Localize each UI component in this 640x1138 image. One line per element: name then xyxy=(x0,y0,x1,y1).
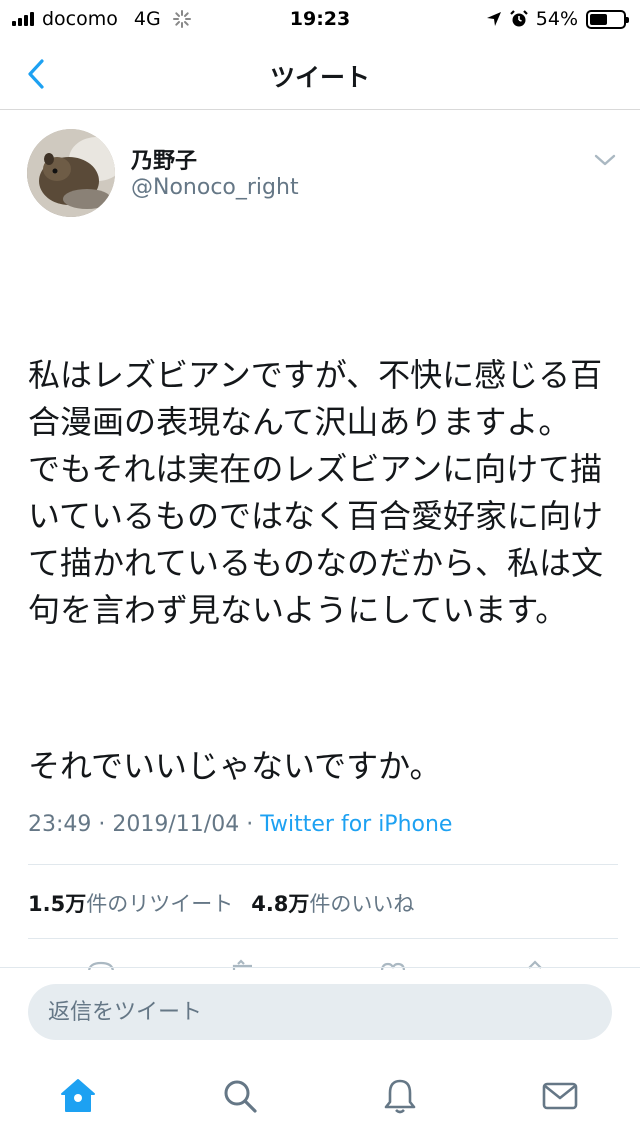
tab-messages[interactable] xyxy=(538,1074,582,1118)
avatar-image xyxy=(27,129,115,217)
home-icon xyxy=(61,1079,95,1112)
retweet-label: 件のリツイート xyxy=(86,892,234,916)
divider-2 xyxy=(28,938,618,939)
page-title: ツイート xyxy=(269,63,370,92)
tab-home[interactable] xyxy=(56,1074,100,1118)
tab-search[interactable] xyxy=(218,1074,262,1118)
author-handle[interactable]: @Nonoco_right xyxy=(131,175,299,200)
reply-bar-divider xyxy=(0,967,640,968)
status-right: 54% xyxy=(486,8,629,30)
reply-input[interactable] xyxy=(28,984,612,1040)
meta-separator-2: · xyxy=(246,812,254,837)
tweet-paragraph-2: それでいいじゃないですか。 xyxy=(28,747,442,785)
bell-icon xyxy=(384,1079,416,1114)
like-label: 件のいいね xyxy=(309,892,415,916)
mail-icon xyxy=(542,1082,578,1110)
tweet-time: 23:49 xyxy=(28,812,92,837)
battery-percent: 54% xyxy=(535,8,578,30)
tweet-stats: 1.5万件のリツイート 4.8万件のいいね xyxy=(28,888,414,918)
tab-notifications[interactable] xyxy=(378,1074,422,1118)
tab-bar xyxy=(0,1060,640,1138)
tweet-paragraph-1: 私はレズビアンですが、不快に感じる百合漫画の表現なんて沢山ありますよ。 でもそれ… xyxy=(28,356,604,629)
meta-separator: · xyxy=(98,812,106,837)
tweet-source-link[interactable]: Twitter for iPhone xyxy=(260,812,452,837)
divider xyxy=(28,864,618,865)
battery-fill xyxy=(590,13,608,25)
tweet-date: 2019/11/04 xyxy=(112,812,240,837)
reply-icon[interactable] xyxy=(86,958,116,970)
retweet-count: 1.5万 xyxy=(28,892,87,916)
search-icon xyxy=(224,1080,257,1113)
tweet-text: 私はレズビアンですが、不快に感じる百合漫画の表現なんて沢山ありますよ。 でもそれ… xyxy=(28,258,618,884)
more-options-button[interactable] xyxy=(590,150,620,174)
chevron-down-icon xyxy=(594,154,616,166)
battery-icon xyxy=(586,9,629,29)
retweet-count-link[interactable]: 1.5万件のリツイート xyxy=(28,888,233,918)
tweet-meta: 23:49 · 2019/11/04 · Twitter for iPhone xyxy=(28,812,452,837)
nav-bar: ツイート xyxy=(0,38,640,110)
like-count-link[interactable]: 4.8万件のいいね xyxy=(251,888,414,918)
like-count: 4.8万 xyxy=(251,892,310,916)
alarm-clock-icon xyxy=(509,10,528,27)
share-icon[interactable] xyxy=(522,958,548,970)
status-bar: docomo 4G 19:23 54% xyxy=(0,0,640,38)
tweet-detail-screen: docomo 4G 19:23 54% ツイート 乃野子 @Nonoco_rig… xyxy=(0,0,640,1138)
tweet-actions xyxy=(0,958,640,970)
like-icon[interactable] xyxy=(378,958,408,970)
location-arrow-icon xyxy=(486,12,501,26)
author-name[interactable]: 乃野子 xyxy=(131,143,197,175)
avatar[interactable] xyxy=(27,129,115,217)
retweet-icon[interactable] xyxy=(230,958,264,970)
